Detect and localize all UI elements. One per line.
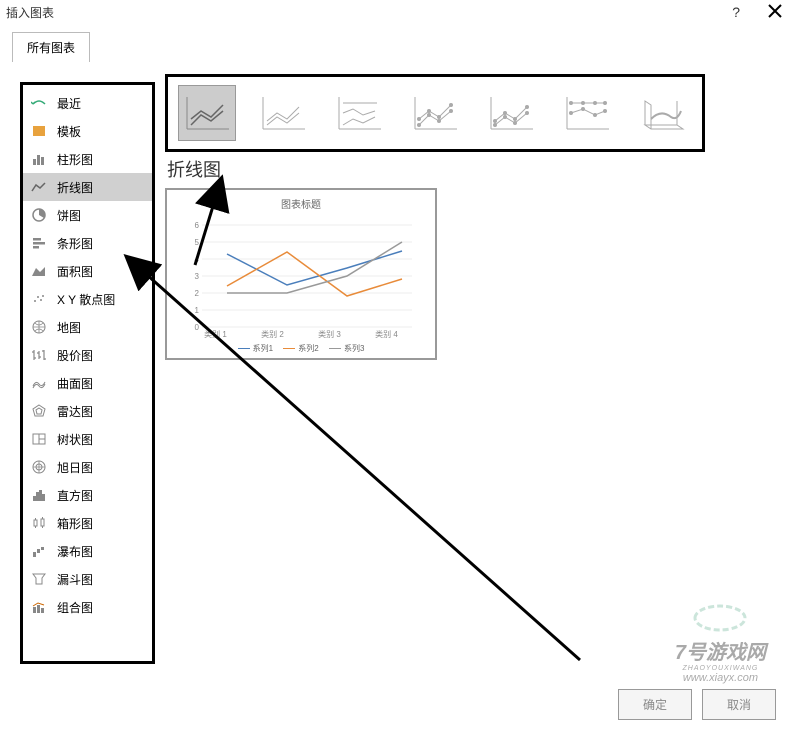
sidebar-item-histogram[interactable]: 直方图 (23, 481, 152, 509)
close-button[interactable] (760, 0, 790, 25)
sidebar-label: X Y 散点图 (57, 291, 115, 308)
svg-text:0: 0 (195, 323, 200, 332)
sidebar-label: 树状图 (57, 431, 93, 448)
sidebar-label: 组合图 (57, 599, 93, 616)
svg-text:2: 2 (195, 289, 200, 298)
svg-text:5: 5 (195, 238, 200, 247)
cancel-button[interactable]: 取消 (702, 689, 776, 720)
sidebar-item-sunburst[interactable]: 旭日图 (23, 453, 152, 481)
bar-icon (29, 235, 49, 251)
sidebar-item-radar[interactable]: 雷达图 (23, 397, 152, 425)
sidebar-label: 瀑布图 (57, 543, 93, 560)
scatter-icon (29, 291, 49, 307)
sidebar-item-pie[interactable]: 饼图 (23, 201, 152, 229)
histogram-icon (29, 487, 49, 503)
line-subtype-3d[interactable] (634, 85, 692, 141)
line-subtype-100stacked-markers[interactable] (558, 85, 616, 141)
treemap-icon (29, 431, 49, 447)
line-subtype-basic[interactable] (178, 85, 236, 141)
sidebar-item-templates[interactable]: 模板 (23, 117, 152, 145)
line-stacked-icon (257, 91, 309, 135)
ok-button[interactable]: 确定 (618, 689, 692, 720)
legend-label: 系列1 (253, 343, 273, 354)
sidebar-label: 模板 (57, 123, 81, 140)
sidebar-label: 股价图 (57, 347, 93, 364)
chart-preview[interactable]: 图表标题 0123456 类别 1 (165, 188, 437, 360)
tab-all-charts[interactable]: 所有图表 (12, 32, 90, 62)
sidebar-item-map[interactable]: 地图 (23, 313, 152, 341)
sidebar-label: 条形图 (57, 235, 93, 252)
svg-text:1: 1 (195, 306, 200, 315)
sidebar-item-treemap[interactable]: 树状图 (23, 425, 152, 453)
waterfall-icon (29, 543, 49, 559)
line-subtype-stacked-markers[interactable] (482, 85, 540, 141)
sidebar-label: 雷达图 (57, 403, 93, 420)
line-stacked-markers-icon (485, 91, 537, 135)
line-subtype-stacked[interactable] (254, 85, 312, 141)
sidebar-item-waterfall[interactable]: 瀑布图 (23, 537, 152, 565)
line-basic-icon (181, 91, 233, 135)
sidebar-label: 面积图 (57, 263, 93, 280)
sidebar-item-column[interactable]: 柱形图 (23, 145, 152, 173)
column-icon (29, 151, 49, 167)
sidebar-label: 箱形图 (57, 515, 93, 532)
template-icon (29, 123, 49, 139)
sidebar-label: 直方图 (57, 487, 93, 504)
sidebar-item-stock[interactable]: 股价图 (23, 341, 152, 369)
sidebar-label: 折线图 (57, 179, 93, 196)
sidebar-item-area[interactable]: 面积图 (23, 257, 152, 285)
sidebar-label: 最近 (57, 95, 81, 112)
stock-icon (29, 347, 49, 363)
recent-icon (29, 95, 49, 111)
sidebar-label: 曲面图 (57, 375, 93, 392)
preview-chart-title: 图表标题 (167, 190, 435, 215)
sidebar-item-bar[interactable]: 条形图 (23, 229, 152, 257)
line-100stacked-markers-icon (561, 91, 613, 135)
chart-category-sidebar: 最近 模板 柱形图 折线图 饼图 条形图 面积图 X Y 散点图 (20, 82, 155, 664)
sidebar-item-box[interactable]: 箱形图 (23, 509, 152, 537)
svg-text:4: 4 (195, 255, 200, 264)
sidebar-label: 柱形图 (57, 151, 93, 168)
line-3d-icon (637, 91, 689, 135)
line-100stacked-icon (333, 91, 385, 135)
legend-label: 系列2 (298, 343, 318, 354)
box-icon (29, 515, 49, 531)
sidebar-label: 旭日图 (57, 459, 93, 476)
map-icon (29, 319, 49, 335)
sidebar-item-scatter[interactable]: X Y 散点图 (23, 285, 152, 313)
sidebar-label: 饼图 (57, 207, 81, 224)
sidebar-label: 地图 (57, 319, 81, 336)
line-subtype-markers[interactable] (406, 85, 464, 141)
surface-icon (29, 375, 49, 391)
dialog-title: 插入图表 (6, 4, 54, 21)
radar-icon (29, 403, 49, 419)
area-icon (29, 263, 49, 279)
sidebar-item-combo[interactable]: 组合图 (23, 593, 152, 621)
svg-text:6: 6 (195, 221, 200, 230)
pie-icon (29, 207, 49, 223)
sidebar-item-recent[interactable]: 最近 (23, 89, 152, 117)
svg-text:3: 3 (195, 272, 200, 281)
sunburst-icon (29, 459, 49, 475)
line-subtype-100stacked[interactable] (330, 85, 388, 141)
close-icon (768, 4, 782, 18)
sidebar-item-surface[interactable]: 曲面图 (23, 369, 152, 397)
watermark: 7号游戏网 ZHAOYOUXIWANG www.xiayx.com (675, 603, 766, 684)
sidebar-item-funnel[interactable]: 漏斗图 (23, 565, 152, 593)
sidebar-label: 漏斗图 (57, 571, 93, 588)
line-markers-icon (409, 91, 461, 135)
combo-icon (29, 599, 49, 615)
legend-label: 系列3 (344, 343, 364, 354)
chart-type-title: 折线图 (167, 156, 776, 182)
sidebar-item-line[interactable]: 折线图 (23, 173, 152, 201)
help-button[interactable]: ? (732, 4, 740, 20)
funnel-icon (29, 571, 49, 587)
chart-subtype-selector (165, 74, 705, 152)
line-icon (29, 179, 49, 195)
